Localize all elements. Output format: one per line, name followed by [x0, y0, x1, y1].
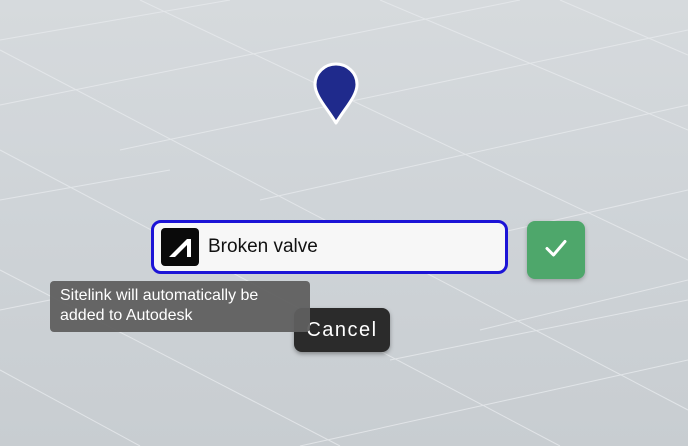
- autodesk-logo-icon: [161, 228, 199, 266]
- check-icon: [543, 235, 569, 265]
- confirm-button[interactable]: [527, 221, 585, 279]
- label-input-container[interactable]: [151, 220, 508, 274]
- sitelink-tooltip: Sitelink will automatically be added to …: [50, 281, 310, 332]
- tooltip-line-2: added to Autodesk: [60, 307, 193, 324]
- map-pin-icon[interactable]: [312, 61, 360, 127]
- issue-title-input[interactable]: [208, 236, 498, 258]
- tooltip-line-1: Sitelink will automatically be: [60, 287, 259, 304]
